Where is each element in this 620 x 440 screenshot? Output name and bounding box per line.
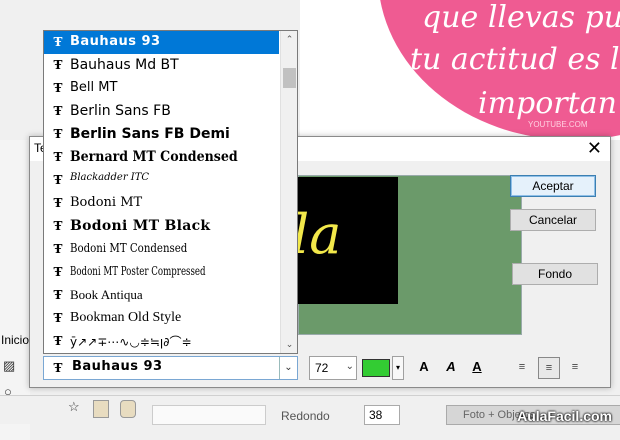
font-option[interactable]: Ŧ Blackadder ITC bbox=[44, 169, 279, 192]
color-dropdown-arrow-icon[interactable]: ▾ bbox=[392, 356, 404, 380]
font-option[interactable]: Ŧ Bodoni MT Poster Compressed bbox=[44, 261, 279, 284]
truetype-icon: Ŧ bbox=[53, 265, 63, 279]
font-option-label: Bodoni MT Condensed bbox=[70, 241, 188, 255]
truetype-icon: Ŧ bbox=[53, 104, 63, 118]
truetype-icon: Ŧ bbox=[53, 81, 63, 95]
scrollbar[interactable]: ⌃ ⌄ bbox=[280, 31, 297, 353]
shape-rect-icon[interactable] bbox=[93, 400, 109, 418]
font-size-value: 72 bbox=[315, 361, 329, 375]
align-right-icon[interactable]: ≡ bbox=[565, 357, 585, 377]
truetype-icon: Ŧ bbox=[53, 173, 63, 187]
script-line-2: tu actitud es la bbox=[410, 42, 620, 77]
style-dropdown[interactable] bbox=[152, 405, 266, 425]
font-option[interactable]: Ŧ Berlin Sans FB bbox=[44, 100, 279, 123]
font-select-value: Bauhaus 93 bbox=[72, 359, 163, 374]
font-option-label: Berlin Sans FB Demi bbox=[70, 126, 230, 142]
truetype-icon: Ŧ bbox=[53, 311, 63, 325]
tab-inicio[interactable]: Inicio bbox=[1, 333, 29, 347]
italic-button[interactable]: A bbox=[442, 359, 460, 375]
font-option[interactable]: Ŧ Bodoni MT bbox=[44, 192, 279, 215]
scroll-up-icon[interactable]: ⌃ bbox=[281, 31, 297, 48]
font-option[interactable]: Ŧ Book Antiqua bbox=[44, 284, 279, 307]
font-option[interactable]: Ŧ Bauhaus 93 bbox=[44, 31, 279, 54]
cancel-button[interactable]: Cancelar bbox=[510, 209, 596, 231]
canvas-area bbox=[300, 0, 370, 140]
underline-button[interactable]: A bbox=[468, 359, 486, 375]
scroll-thumb[interactable] bbox=[283, 68, 296, 88]
image-preview: que llevas pu tu actitud es la importan … bbox=[370, 0, 620, 140]
font-option[interactable]: Ŧ Bernard MT Condensed bbox=[44, 146, 279, 169]
truetype-icon: Ŧ bbox=[53, 288, 63, 302]
font-option[interactable]: Ŧ Bauhaus Md BT bbox=[44, 54, 279, 77]
truetype-icon: Ŧ bbox=[53, 35, 63, 49]
bold-button[interactable]: A bbox=[415, 359, 433, 375]
font-option-label: Berlin Sans FB bbox=[70, 103, 171, 119]
truetype-icon: Ŧ bbox=[53, 127, 63, 141]
font-dropdown-list[interactable]: Ŧ Bauhaus 93 Ŧ Bauhaus Md BT Ŧ Bell MT Ŧ Berlin… bbox=[43, 30, 298, 354]
text-preview: la bbox=[298, 177, 398, 304]
align-center-icon[interactable]: ≡ bbox=[538, 357, 560, 379]
text-color-swatch[interactable] bbox=[362, 359, 390, 377]
font-option-label: Bernard MT Condensed bbox=[70, 149, 238, 165]
font-option-label: ȳ↗↗∓⋯∿◡≑≒ꞁ∂⌒≑ bbox=[70, 335, 192, 349]
close-icon[interactable]: ✕ bbox=[587, 139, 602, 157]
font-option[interactable]: Ŧȳ↗↗∓⋯∿◡≑≒ꞁ∂⌒≑ bbox=[44, 330, 279, 353]
chevron-down-icon[interactable]: ⌄ bbox=[279, 357, 297, 379]
scroll-down-icon[interactable]: ⌄ bbox=[281, 336, 297, 353]
script-line-1: que llevas pu bbox=[422, 0, 620, 35]
font-option-label: Bodoni MT Poster Compressed bbox=[70, 264, 206, 278]
truetype-icon: Ŧ bbox=[53, 58, 63, 72]
truetype-icon: Ŧ bbox=[53, 242, 63, 256]
font-select[interactable]: Ŧ Bauhaus 93 ⌄ bbox=[43, 356, 298, 380]
truetype-icon: Ŧ bbox=[53, 334, 63, 348]
background-button[interactable]: Fondo bbox=[512, 263, 598, 285]
star-icon[interactable]: ☆ bbox=[68, 399, 80, 415]
preview-text: la bbox=[298, 203, 342, 266]
font-option-label: Bell MT bbox=[70, 80, 118, 95]
redondo-value-input[interactable]: 38 bbox=[364, 405, 400, 425]
truetype-icon: Ŧ bbox=[53, 150, 63, 164]
redondo-label: Redondo bbox=[281, 409, 330, 423]
font-option-label: Bauhaus 93 bbox=[70, 34, 161, 49]
truetype-icon: Ŧ bbox=[53, 219, 63, 233]
font-option[interactable]: Ŧ Bodoni MT Condensed bbox=[44, 238, 279, 261]
truetype-icon: Ŧ bbox=[53, 196, 63, 210]
shape-rounded-icon[interactable] bbox=[120, 400, 136, 418]
font-option[interactable]: Ŧ Bookman Old Style bbox=[44, 307, 279, 330]
font-option-label: Blackadder ITC bbox=[70, 172, 150, 183]
brand-watermark: AulaFacil.com bbox=[517, 408, 612, 424]
font-option-label: Bodoni MT Black bbox=[70, 218, 211, 234]
font-option[interactable]: Ŧ Berlin Sans FB Demi bbox=[44, 123, 279, 146]
watermark-small: YOUTUBE.COM bbox=[528, 120, 588, 129]
font-size-select[interactable]: 72 ⌄ bbox=[309, 356, 357, 380]
chevron-down-icon[interactable]: ⌄ bbox=[346, 361, 354, 372]
font-option-label: Book Antiqua bbox=[70, 287, 143, 302]
font-option[interactable]: Ŧ Bodoni MT Black bbox=[44, 215, 279, 238]
font-option[interactable]: Ŧ Bell MT bbox=[44, 77, 279, 100]
font-option-label: Bookman Old Style bbox=[70, 310, 182, 325]
font-option-label: Bauhaus Md BT bbox=[70, 57, 179, 73]
script-line-3: importan bbox=[478, 86, 617, 121]
image-icon[interactable]: ▨ bbox=[3, 358, 15, 374]
accept-button[interactable]: Aceptar bbox=[510, 175, 596, 197]
align-left-icon[interactable]: ≡ bbox=[512, 357, 532, 377]
truetype-icon: Ŧ bbox=[53, 361, 63, 375]
font-option-label: Bodoni MT bbox=[70, 195, 143, 210]
